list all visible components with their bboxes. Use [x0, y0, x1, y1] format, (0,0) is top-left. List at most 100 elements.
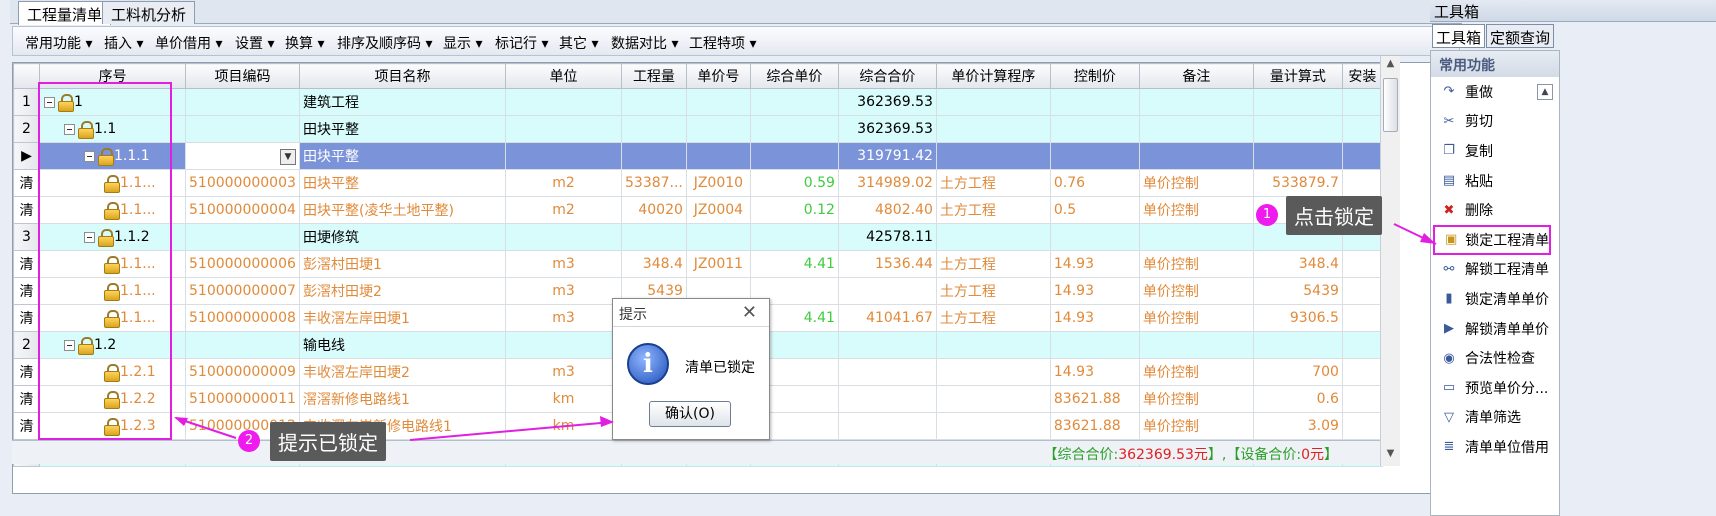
tab-material-analysis[interactable]: 工料机分析: [102, 1, 196, 24]
cell-procedure[interactable]: 土方工程: [935, 304, 1051, 332]
cell-note[interactable]: [1138, 331, 1254, 359]
cell-unit[interactable]: [505, 223, 622, 251]
cell-total[interactable]: 362369.53: [837, 115, 937, 143]
cell-note[interactable]: 单价控制: [1138, 277, 1254, 305]
cell-procedure[interactable]: [935, 385, 1051, 413]
row-number[interactable]: 2: [13, 331, 40, 359]
cell-price-no[interactable]: [685, 88, 751, 116]
cell-name[interactable]: 丰收滘左岸田埂2: [299, 358, 506, 386]
cell-name[interactable]: 滘滘新修电路线1: [299, 385, 506, 413]
cell-install[interactable]: [1341, 412, 1383, 440]
toolbar-display[interactable]: 显示 ▾: [443, 33, 482, 53]
cell-name[interactable]: 丰收滘左岸田埂1: [299, 304, 506, 332]
toolbar-sort-order[interactable]: 排序及顺序码 ▾: [337, 33, 432, 53]
cell-install[interactable]: [1341, 169, 1383, 197]
cell-name[interactable]: 建筑工程: [299, 88, 506, 116]
cell-note[interactable]: [1138, 115, 1254, 143]
cell-name[interactable]: 输电线: [299, 331, 506, 359]
cell-note[interactable]: 单价控制: [1138, 169, 1254, 197]
cell-control-price[interactable]: 0.76: [1049, 169, 1140, 197]
toolbar-data-compare[interactable]: 数据对比 ▾: [611, 33, 678, 53]
cell-total[interactable]: [837, 331, 937, 359]
col-header-total[interactable]: 综合合价: [837, 63, 937, 89]
cell-unit[interactable]: m3: [505, 250, 622, 278]
scroll-down-icon[interactable]: ▼: [1383, 448, 1398, 462]
cell-unit[interactable]: [505, 331, 622, 359]
toolbox-item-preview[interactable]: ▭ 预览单价分...: [1431, 373, 1559, 403]
cell-qty[interactable]: 53387...: [621, 169, 687, 197]
chevron-down-icon[interactable]: ▼: [280, 149, 296, 165]
close-icon[interactable]: ✕: [742, 302, 757, 323]
cell-formula[interactable]: [1252, 142, 1343, 170]
cell-price-no[interactable]: JZ0011: [685, 250, 751, 278]
toolbar-other[interactable]: 其它 ▾: [559, 33, 598, 53]
cell-control-price[interactable]: [1049, 142, 1140, 170]
table-row[interactable]: 清 1.1... 510000000006 彭滘村田埂1 m3 348.4 JZ0011 4.…: [13, 250, 1383, 278]
cell-control-price[interactable]: [1049, 331, 1140, 359]
cell-name[interactable]: 田块平整: [299, 142, 506, 170]
col-header-formula[interactable]: 量计算式: [1252, 63, 1343, 89]
cell-install[interactable]: [1341, 331, 1383, 359]
cell-note[interactable]: 单价控制: [1138, 412, 1254, 440]
cell-procedure[interactable]: [935, 331, 1051, 359]
scroll-thumb[interactable]: [1383, 78, 1398, 132]
cell-control-price[interactable]: [1049, 88, 1140, 116]
cell-procedure[interactable]: 土方工程: [935, 277, 1051, 305]
cell-price-no[interactable]: JZ0010: [685, 169, 751, 197]
cell-control-price[interactable]: 83621.88: [1049, 385, 1140, 413]
row-number[interactable]: 清: [13, 250, 40, 278]
cell-install[interactable]: [1341, 115, 1383, 143]
toolbox-item-check[interactable]: ◉ 合法性检查: [1431, 343, 1559, 373]
cell-control-price[interactable]: 14.93: [1049, 304, 1140, 332]
table-row[interactable]: 1 1 建筑工程 362369.53: [13, 88, 1383, 116]
row-number[interactable]: 2: [13, 115, 40, 143]
cell-unit-price[interactable]: 0.59: [749, 169, 839, 197]
cell-unit[interactable]: m3: [505, 304, 622, 332]
scroll-up-icon[interactable]: ▲: [1383, 58, 1398, 72]
toolbox-item-delete[interactable]: ✖ 删除: [1431, 195, 1559, 225]
cell-control-price[interactable]: [1049, 115, 1140, 143]
cell-qty[interactable]: [621, 115, 687, 143]
col-header-code[interactable]: 项目编码: [185, 63, 300, 89]
toolbar-special-items[interactable]: 工程特项 ▾: [689, 33, 756, 53]
cell-price-no[interactable]: [685, 223, 751, 251]
col-header-control-price[interactable]: 控制价: [1049, 63, 1140, 89]
cell-formula[interactable]: [1252, 331, 1343, 359]
toolbox-item-copy[interactable]: ❐ 复制: [1431, 136, 1559, 166]
cell-name[interactable]: 田埂修筑: [299, 223, 506, 251]
cell-code[interactable]: 510000000007: [185, 277, 300, 305]
cell-code[interactable]: [185, 115, 300, 143]
cell-qty[interactable]: 40020: [621, 196, 687, 224]
cell-formula[interactable]: 700: [1252, 358, 1343, 386]
toolbox-item-scissors[interactable]: ✂ 剪切: [1431, 107, 1559, 137]
cell-formula[interactable]: 533879.7: [1252, 169, 1343, 197]
cell-procedure[interactable]: [935, 88, 1051, 116]
cell-note[interactable]: [1138, 88, 1254, 116]
cell-qty[interactable]: 348.4: [621, 250, 687, 278]
row-number[interactable]: 清: [13, 169, 40, 197]
cell-code[interactable]: 510000000004: [185, 196, 300, 224]
cell-formula[interactable]: 0.6: [1252, 385, 1343, 413]
cell-control-price[interactable]: 14.93: [1049, 358, 1140, 386]
cell-price-no[interactable]: [685, 115, 751, 143]
cell-unit-price[interactable]: [749, 115, 839, 143]
cell-total[interactable]: [837, 277, 937, 305]
cell-note[interactable]: 单价控制: [1138, 385, 1254, 413]
table-row[interactable]: 清 1.1... 510000000003 田块平整 m2 53387... JZ0010 0…: [13, 169, 1383, 197]
row-number[interactable]: 清: [13, 385, 40, 413]
cell-unit[interactable]: km: [505, 385, 622, 413]
row-number[interactable]: 清: [13, 304, 40, 332]
toolbox-item-paste[interactable]: ▤ 粘贴: [1431, 166, 1559, 196]
cell-procedure[interactable]: 土方工程: [935, 250, 1051, 278]
cell-install[interactable]: [1341, 142, 1383, 170]
cell-unit-price[interactable]: 0.12: [749, 196, 839, 224]
cell-code[interactable]: [185, 331, 300, 359]
toolbox-item-unlock-price[interactable]: ▶ 解锁清单单价: [1431, 314, 1559, 344]
cell-note[interactable]: [1138, 142, 1254, 170]
toolbox-item-unlock[interactable]: ⚯ 解锁工程清单: [1431, 255, 1559, 285]
cell-note[interactable]: 单价控制: [1138, 250, 1254, 278]
cell-unit-price[interactable]: [749, 223, 839, 251]
cell-formula[interactable]: 348.4: [1252, 250, 1343, 278]
cell-name[interactable]: 田块平整: [299, 115, 506, 143]
toolbox-item-lock[interactable]: ▣ 锁定工程清单: [1433, 224, 1551, 255]
